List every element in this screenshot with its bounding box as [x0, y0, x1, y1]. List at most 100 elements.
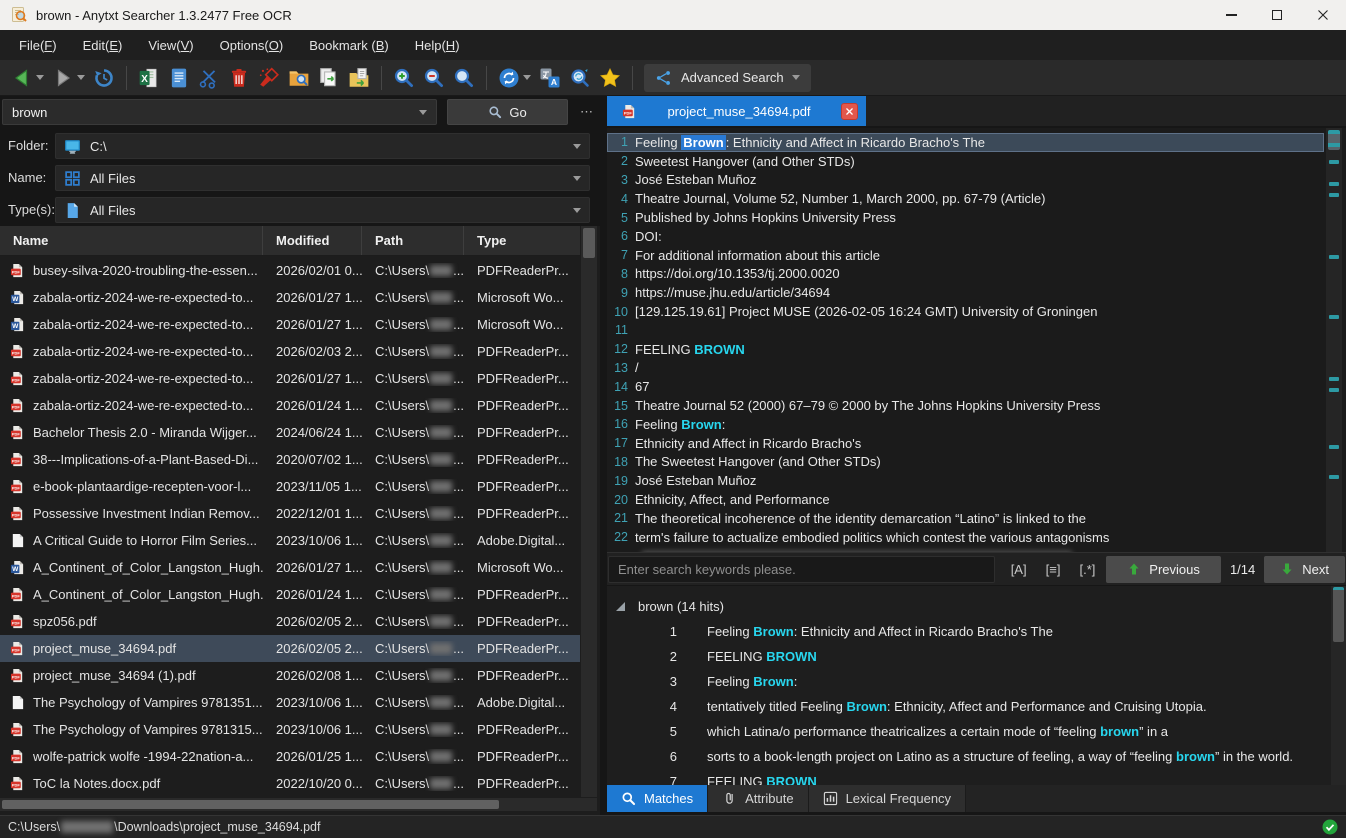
whole-word-toggle[interactable]: [≡]: [1042, 562, 1063, 577]
tab-close-button[interactable]: [841, 103, 858, 120]
file-row[interactable]: PDFspz056.pdf2026/02/05 2...C:\Users\...…: [0, 608, 580, 635]
search-settings-button[interactable]: [565, 63, 595, 93]
preview-line[interactable]: 2Sweetest Hangover (and Other STDs): [607, 152, 1324, 171]
delete-button[interactable]: [224, 63, 254, 93]
file-row[interactable]: A Critical Guide to Horror Film Series..…: [0, 527, 580, 554]
preview-line[interactable]: 21The theoretical incoherence of the ide…: [607, 509, 1324, 528]
search-input[interactable]: brown: [2, 99, 437, 125]
menu-item-view[interactable]: View(V): [135, 33, 206, 58]
document-tab[interactable]: PDF project_muse_34694.pdf: [607, 96, 866, 126]
chevron-down-icon[interactable]: [573, 176, 581, 181]
result-item[interactable]: 1Feeling Brown: Ethnicity and Affect in …: [607, 619, 1346, 644]
result-item[interactable]: 7FEELING BROWN: [607, 769, 1346, 785]
results-scrollbar-thumb[interactable]: [1333, 587, 1344, 642]
file-row[interactable]: PDFbusey-silva-2020-troubling-the-essen.…: [0, 257, 580, 284]
file-row[interactable]: PDFBachelor Thesis 2.0 - Miranda Wijger.…: [0, 419, 580, 446]
results-scrollbar[interactable]: [1331, 586, 1346, 785]
preview-line[interactable]: 15Theatre Journal 52 (2000) 67–79 © 2000…: [607, 396, 1324, 415]
go-button[interactable]: Go: [447, 99, 568, 125]
preview-line[interactable]: 8https://doi.org/10.1353/tj.2000.0020: [607, 265, 1324, 284]
result-item[interactable]: 6sorts to a book-length project on Latin…: [607, 744, 1346, 769]
file-row[interactable]: The Psychology of Vampires 9781351...202…: [0, 689, 580, 716]
chevron-down-icon[interactable]: [77, 75, 85, 80]
preview-line[interactable]: 22term's failure to actualize embodied p…: [607, 528, 1324, 547]
file-row[interactable]: PDFproject_muse_34694.pdf2026/02/05 2...…: [0, 635, 580, 662]
filter-dropdown[interactable]: All Files: [55, 197, 590, 223]
history-button[interactable]: [89, 63, 119, 93]
chevron-down-icon[interactable]: [523, 75, 531, 80]
preview-line[interactable]: 10[129.125.19.61] Project MUSE (2026-02-…: [607, 302, 1324, 321]
file-row[interactable]: PDFA_Continent_of_Color_Langston_Hugh...…: [0, 581, 580, 608]
preview-line[interactable]: 1467: [607, 377, 1324, 396]
file-table-hscrollbar-thumb[interactable]: [2, 800, 499, 809]
file-row[interactable]: PDFPossessive Investment Indian Remov...…: [0, 500, 580, 527]
favorites-button[interactable]: [595, 63, 625, 93]
results-group-header[interactable]: brown (14 hits): [607, 586, 1346, 619]
file-row[interactable]: PDFToC la Notes.docx.pdf2022/10/20 0...C…: [0, 770, 580, 797]
file-row[interactable]: WA_Continent_of_Color_Langston_Hugh...20…: [0, 554, 580, 581]
preview-line[interactable]: 11: [607, 321, 1324, 340]
filter-dropdown[interactable]: C:\: [55, 133, 590, 159]
preview-line[interactable]: 16Feeling Brown:: [607, 415, 1324, 434]
file-row[interactable]: PDFzabala-ortiz-2024-we-re-expected-to..…: [0, 338, 580, 365]
result-item[interactable]: 4tentatively titled Feeling Brown: Ethni…: [607, 694, 1346, 719]
tab-lexical-frequency[interactable]: Lexical Frequency: [809, 785, 967, 812]
tab-matches[interactable]: Matches: [607, 785, 708, 812]
zoom-reset-button[interactable]: [449, 63, 479, 93]
preview-line[interactable]: 9https://muse.jhu.edu/article/34694: [607, 283, 1324, 302]
column-header-path[interactable]: Path: [362, 226, 464, 255]
translate-button[interactable]: A: [535, 63, 565, 93]
regex-toggle[interactable]: [.*]: [1077, 562, 1098, 577]
preview-line[interactable]: 17Ethnicity and Affect in Ricardo Bracho…: [607, 434, 1324, 453]
result-item[interactable]: 2FEELING BROWN: [607, 644, 1346, 669]
preview-line[interactable]: 5Published by Johns Hopkins University P…: [607, 208, 1324, 227]
close-button[interactable]: [1300, 0, 1346, 30]
file-row[interactable]: PDFThe Psychology of Vampires 9781315...…: [0, 716, 580, 743]
open-folder-button[interactable]: [284, 63, 314, 93]
menu-item-file[interactable]: File(F): [6, 33, 70, 58]
menu-item-edit[interactable]: Edit(E): [70, 33, 136, 58]
chevron-down-icon[interactable]: [419, 110, 427, 115]
file-row[interactable]: Wzabala-ortiz-2024-we-re-expected-to...2…: [0, 284, 580, 311]
preview-line[interactable]: 18The Sweetest Hangover (and Other STDs): [607, 453, 1324, 472]
copy-file-button[interactable]: [314, 63, 344, 93]
find-input[interactable]: [608, 556, 995, 583]
filter-dropdown[interactable]: All Files: [55, 165, 590, 191]
export-file-button[interactable]: [344, 63, 374, 93]
column-header-type[interactable]: Type: [464, 226, 580, 255]
zoom-out-button[interactable]: [419, 63, 449, 93]
forward-button[interactable]: [48, 63, 89, 93]
file-table-vscrollbar-thumb[interactable]: [583, 228, 595, 258]
file-row[interactable]: PDFe-book-plantaardige-recepten-voor-l..…: [0, 473, 580, 500]
column-header-modified[interactable]: Modified: [263, 226, 362, 255]
preview-line[interactable]: 6DOI:: [607, 227, 1324, 246]
zoom-in-button[interactable]: [389, 63, 419, 93]
preview-line[interactable]: 12FEELING BROWN: [607, 340, 1324, 359]
chevron-down-icon[interactable]: [792, 75, 800, 80]
file-row[interactable]: PDF38---Implications-of-a-Plant-Based-Di…: [0, 446, 580, 473]
preview-line[interactable]: 1Feeling Brown: Ethnicity and Affect in …: [607, 133, 1324, 152]
chevron-down-icon[interactable]: [573, 144, 581, 149]
minimize-button[interactable]: [1208, 0, 1254, 30]
file-row[interactable]: PDFwolfe-patrick wolfe -1994-22nation-a.…: [0, 743, 580, 770]
result-item[interactable]: 3Feeling Brown:: [607, 669, 1346, 694]
export-document-button[interactable]: [164, 63, 194, 93]
tab-attribute[interactable]: Attribute: [708, 785, 808, 812]
menu-item-help[interactable]: Help(H): [402, 33, 473, 58]
back-button[interactable]: [7, 63, 48, 93]
preview-scrollbar[interactable]: [1326, 128, 1342, 552]
clean-button[interactable]: [254, 63, 284, 93]
file-table-vscrollbar[interactable]: [581, 226, 597, 797]
menu-item-bookmark[interactable]: Bookmark (B): [296, 33, 401, 58]
collapse-triangle-icon[interactable]: [616, 602, 625, 611]
chevron-down-icon[interactable]: [36, 75, 44, 80]
preview-line[interactable]: 13/: [607, 359, 1324, 378]
maximize-button[interactable]: [1254, 0, 1300, 30]
menu-item-options[interactable]: Options(O): [207, 33, 297, 58]
preview-line[interactable]: 7For additional information about this a…: [607, 246, 1324, 265]
preview-pane[interactable]: 1Feeling Brown: Ethnicity and Affect in …: [607, 128, 1346, 552]
advanced-search-button[interactable]: Advanced Search: [644, 64, 811, 92]
preview-scrollbar-thumb[interactable]: [1328, 130, 1340, 150]
file-table-hscrollbar[interactable]: [0, 798, 597, 811]
cut-button[interactable]: [194, 63, 224, 93]
